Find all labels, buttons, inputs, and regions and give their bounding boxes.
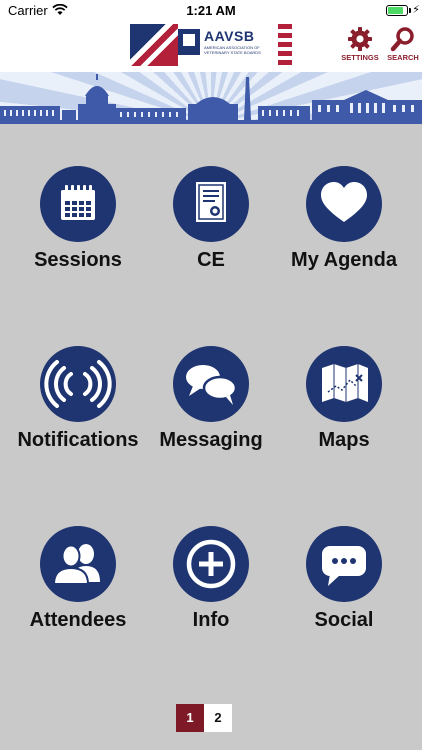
tile-label: Social bbox=[314, 609, 374, 631]
logo-subtitle: AMERICAN ASSOCIATION OF VETERINARY STATE… bbox=[204, 45, 261, 55]
speech-bubble-icon bbox=[322, 546, 366, 586]
broadcast-icon bbox=[44, 360, 112, 408]
tile-attendees[interactable]: Attendees bbox=[10, 526, 146, 656]
page-1-button[interactable]: 1 bbox=[176, 704, 204, 732]
tile-messaging[interactable]: Messaging bbox=[143, 346, 279, 476]
tile-social[interactable]: Social bbox=[276, 526, 412, 656]
heart-icon bbox=[321, 182, 367, 222]
search-button[interactable]: SEARCH bbox=[383, 26, 422, 62]
people-icon bbox=[52, 544, 100, 585]
tile-my-agenda[interactable]: My Agenda bbox=[276, 166, 412, 296]
settings-button[interactable]: SETTINGS bbox=[340, 26, 380, 62]
charging-icon: ⚡ bbox=[412, 4, 420, 16]
skyline-banner bbox=[0, 72, 422, 124]
page-2-button[interactable]: 2 bbox=[204, 704, 232, 732]
logo-mark-icon bbox=[178, 29, 200, 55]
app-header: AAVSB AMERICAN ASSOCIATION OF VETERINARY… bbox=[0, 22, 422, 72]
tile-sessions[interactable]: Sessions bbox=[10, 166, 146, 296]
status-bar: Carrier 1:21 AM ⚡ bbox=[0, 0, 422, 22]
capitol-skyline-image bbox=[0, 74, 422, 124]
tile-label: My Agenda bbox=[291, 249, 397, 271]
logo-text: AAVSB bbox=[204, 28, 255, 44]
settings-label: SETTINGS bbox=[341, 53, 379, 62]
status-clock: 1:21 AM bbox=[186, 3, 236, 18]
aavsb-logo: AAVSB AMERICAN ASSOCIATION OF VETERINARY… bbox=[130, 24, 292, 66]
tile-label: Maps bbox=[318, 429, 370, 451]
tile-ce[interactable]: CE bbox=[143, 166, 279, 296]
tile-info[interactable]: Info bbox=[143, 526, 279, 656]
gear-icon bbox=[348, 27, 372, 51]
map-icon bbox=[322, 364, 368, 402]
chat-bubbles-icon bbox=[186, 365, 238, 405]
search-icon bbox=[390, 27, 414, 52]
search-label: SEARCH bbox=[387, 53, 419, 62]
calendar-icon bbox=[61, 185, 95, 220]
plus-circle-icon bbox=[186, 539, 236, 589]
battery-icon bbox=[386, 5, 408, 16]
tile-maps[interactable]: Maps bbox=[276, 346, 412, 476]
certificate-icon bbox=[196, 182, 226, 222]
tile-notifications[interactable]: Notifications bbox=[10, 346, 146, 476]
